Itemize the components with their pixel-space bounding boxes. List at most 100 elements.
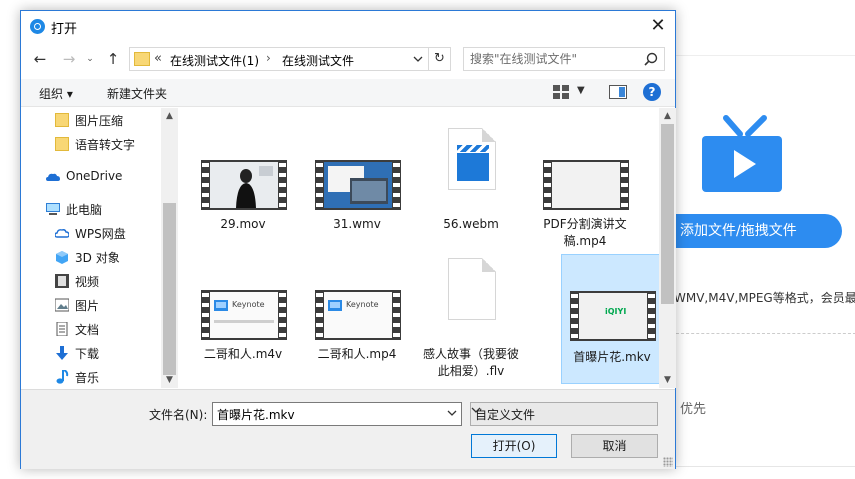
file-name: 二哥和人.mp4 [317, 347, 397, 361]
sidebar-item-onedrive[interactable]: OneDrive [46, 167, 179, 187]
scrollbar-thumb[interactable] [661, 124, 674, 304]
priority-text: 优先 [680, 402, 707, 417]
sidebar-item-label: 语音转文字 [75, 138, 136, 152]
video-icon [55, 274, 69, 288]
iqiyi-logo: iQIYI [605, 307, 627, 316]
up-arrow-icon[interactable]: ↑ [103, 49, 123, 69]
file-item[interactable]: Keynote 二哥和人.mp4 [307, 246, 407, 376]
sidebar-item-label: 视频 [75, 275, 100, 289]
video-thumbnail: Keynote [201, 290, 287, 340]
cloud-icon [46, 173, 60, 181]
divider [676, 333, 855, 334]
sidebar-item-label: 音乐 [75, 371, 100, 385]
sidebar-item-label: 文档 [75, 323, 100, 337]
scroll-down-icon[interactable]: ▼ [659, 372, 676, 388]
filetype-select[interactable]: 自定义文件 [470, 402, 658, 426]
scroll-up-icon[interactable]: ▲ [161, 108, 178, 124]
file-name: 31.wmv [333, 217, 381, 231]
sidebar-item-label: 图片 [75, 299, 100, 313]
dialog-titlebar[interactable]: 打开 ✕ [21, 11, 675, 41]
folder-icon [134, 52, 150, 66]
view-options-icon[interactable] [553, 85, 569, 99]
file-item[interactable]: 感人故事（我要彼此相爱）.flv [421, 246, 521, 378]
document-icon [56, 322, 68, 336]
recent-locations-chevron-icon[interactable]: ⌄ [83, 49, 97, 69]
cloud-outline-icon [55, 229, 69, 238]
search-field[interactable] [463, 47, 665, 71]
dialog-footer: 文件名(N): 自定义文件 打开(O) 取消 [21, 389, 675, 469]
sidebar-item-label: WPS网盘 [75, 227, 126, 241]
file-name: 首曝片花.mkv [573, 350, 651, 364]
forward-arrow-icon[interactable]: → [59, 49, 79, 69]
file-name: PDF分割演讲文稿.mp4 [543, 217, 627, 248]
files-scrollbar[interactable]: ▲ ▼ [659, 108, 676, 388]
sidebar-item-label: 下载 [75, 347, 100, 361]
folder-icon [55, 113, 69, 127]
filename-input[interactable] [217, 406, 437, 422]
folder-icon [55, 137, 69, 151]
supported-formats-text: WMV,M4V,MPEG等格式，会员最 [674, 291, 855, 305]
scrollbar-thumb[interactable] [163, 203, 176, 375]
breadcrumb-segment[interactable]: 在线测试文件 [282, 52, 354, 69]
address-bar[interactable]: « 在线测试文件(1) › 在线测试文件 [129, 47, 429, 71]
keynote-label: Keynote [346, 300, 379, 309]
blank-file-icon [448, 258, 496, 320]
video-thumbnail [201, 160, 287, 210]
close-button[interactable]: ✕ [641, 11, 675, 41]
download-icon [56, 346, 68, 360]
navigation-pane: 图片压缩 语音转文字 OneDrive 此电脑 WPS网盘 3D 对象 视频 图… [21, 108, 179, 388]
keynote-label: Keynote [232, 300, 265, 309]
view-dropdown-icon[interactable]: ▼ [577, 85, 585, 96]
file-item[interactable]: 56.webm [421, 116, 521, 246]
resize-grip-icon[interactable] [663, 457, 673, 467]
sidebar-item-label: 图片压缩 [75, 114, 124, 128]
search-icon[interactable] [644, 52, 658, 66]
file-name: 二哥和人.m4v [203, 347, 283, 361]
file-name: 感人故事（我要彼此相爱）.flv [423, 347, 520, 378]
sidebar-item-label: 此电脑 [66, 203, 103, 217]
cube-icon [56, 251, 68, 264]
chevron-down-icon[interactable] [447, 406, 457, 420]
refresh-button[interactable]: ↻ [429, 47, 451, 71]
video-thumbnail [315, 160, 401, 210]
video-thumbnail: iQIYI [570, 291, 656, 341]
tv-play-icon [702, 115, 782, 192]
scroll-down-icon[interactable]: ▼ [161, 372, 178, 388]
help-icon[interactable]: ? [643, 83, 661, 101]
filename-field[interactable] [212, 402, 462, 426]
command-bar: 组织 ▾ 新建文件夹 ▼ ? [21, 79, 675, 107]
open-file-dialog: 打开 ✕ ← → ⌄ ↑ « 在线测试文件(1) › 在线测试文件 ↻ 组织 ▾… [20, 10, 676, 469]
open-button[interactable]: 打开(O) [471, 434, 557, 458]
sidebar-item-this-pc[interactable]: 此电脑 [46, 199, 179, 219]
file-name: 56.webm [443, 217, 499, 231]
breadcrumb-segment[interactable]: 在线测试文件(1) [170, 52, 259, 69]
app-icon [30, 19, 45, 34]
file-item[interactable]: 31.wmv [307, 116, 407, 246]
file-item[interactable]: Keynote 二哥和人.m4v [193, 246, 293, 376]
picture-icon [55, 298, 69, 312]
organize-menu[interactable]: 组织 ▾ [39, 85, 73, 102]
video-thumbnail [543, 160, 629, 210]
sidebar-item-label: OneDrive [66, 169, 123, 183]
cancel-button[interactable]: 取消 [571, 434, 658, 458]
video-thumbnail: Keynote [315, 290, 401, 340]
sidebar-item-label: 3D 对象 [75, 251, 120, 265]
file-item[interactable]: PDF分割演讲文稿.mp4 [535, 116, 635, 248]
file-list: 29.mov 31.wmv 56.webm PDF分割演讲文稿.mp4 Keyn… [181, 108, 659, 388]
breadcrumb-overflow[interactable]: « [154, 51, 162, 66]
file-item-selected[interactable]: iQIYI 首曝片花.mkv [561, 254, 659, 384]
back-arrow-icon[interactable]: ← [30, 49, 50, 69]
dialog-title: 打开 [51, 22, 78, 37]
search-input[interactable] [470, 51, 640, 67]
breadcrumb-chevron-icon[interactable]: › [266, 51, 271, 65]
computer-icon [46, 203, 60, 215]
add-file-button[interactable]: 添加文件/拖拽文件 [662, 214, 842, 248]
new-folder-button[interactable]: 新建文件夹 [107, 85, 167, 102]
chevron-down-icon[interactable] [413, 50, 423, 68]
preview-pane-icon[interactable] [609, 85, 627, 99]
scroll-up-icon[interactable]: ▲ [659, 108, 676, 124]
sidebar-scrollbar[interactable]: ▲ ▼ [161, 108, 178, 388]
file-item[interactable]: 29.mov [193, 116, 293, 246]
clapperboard-icon [457, 145, 489, 181]
music-icon [56, 370, 69, 384]
